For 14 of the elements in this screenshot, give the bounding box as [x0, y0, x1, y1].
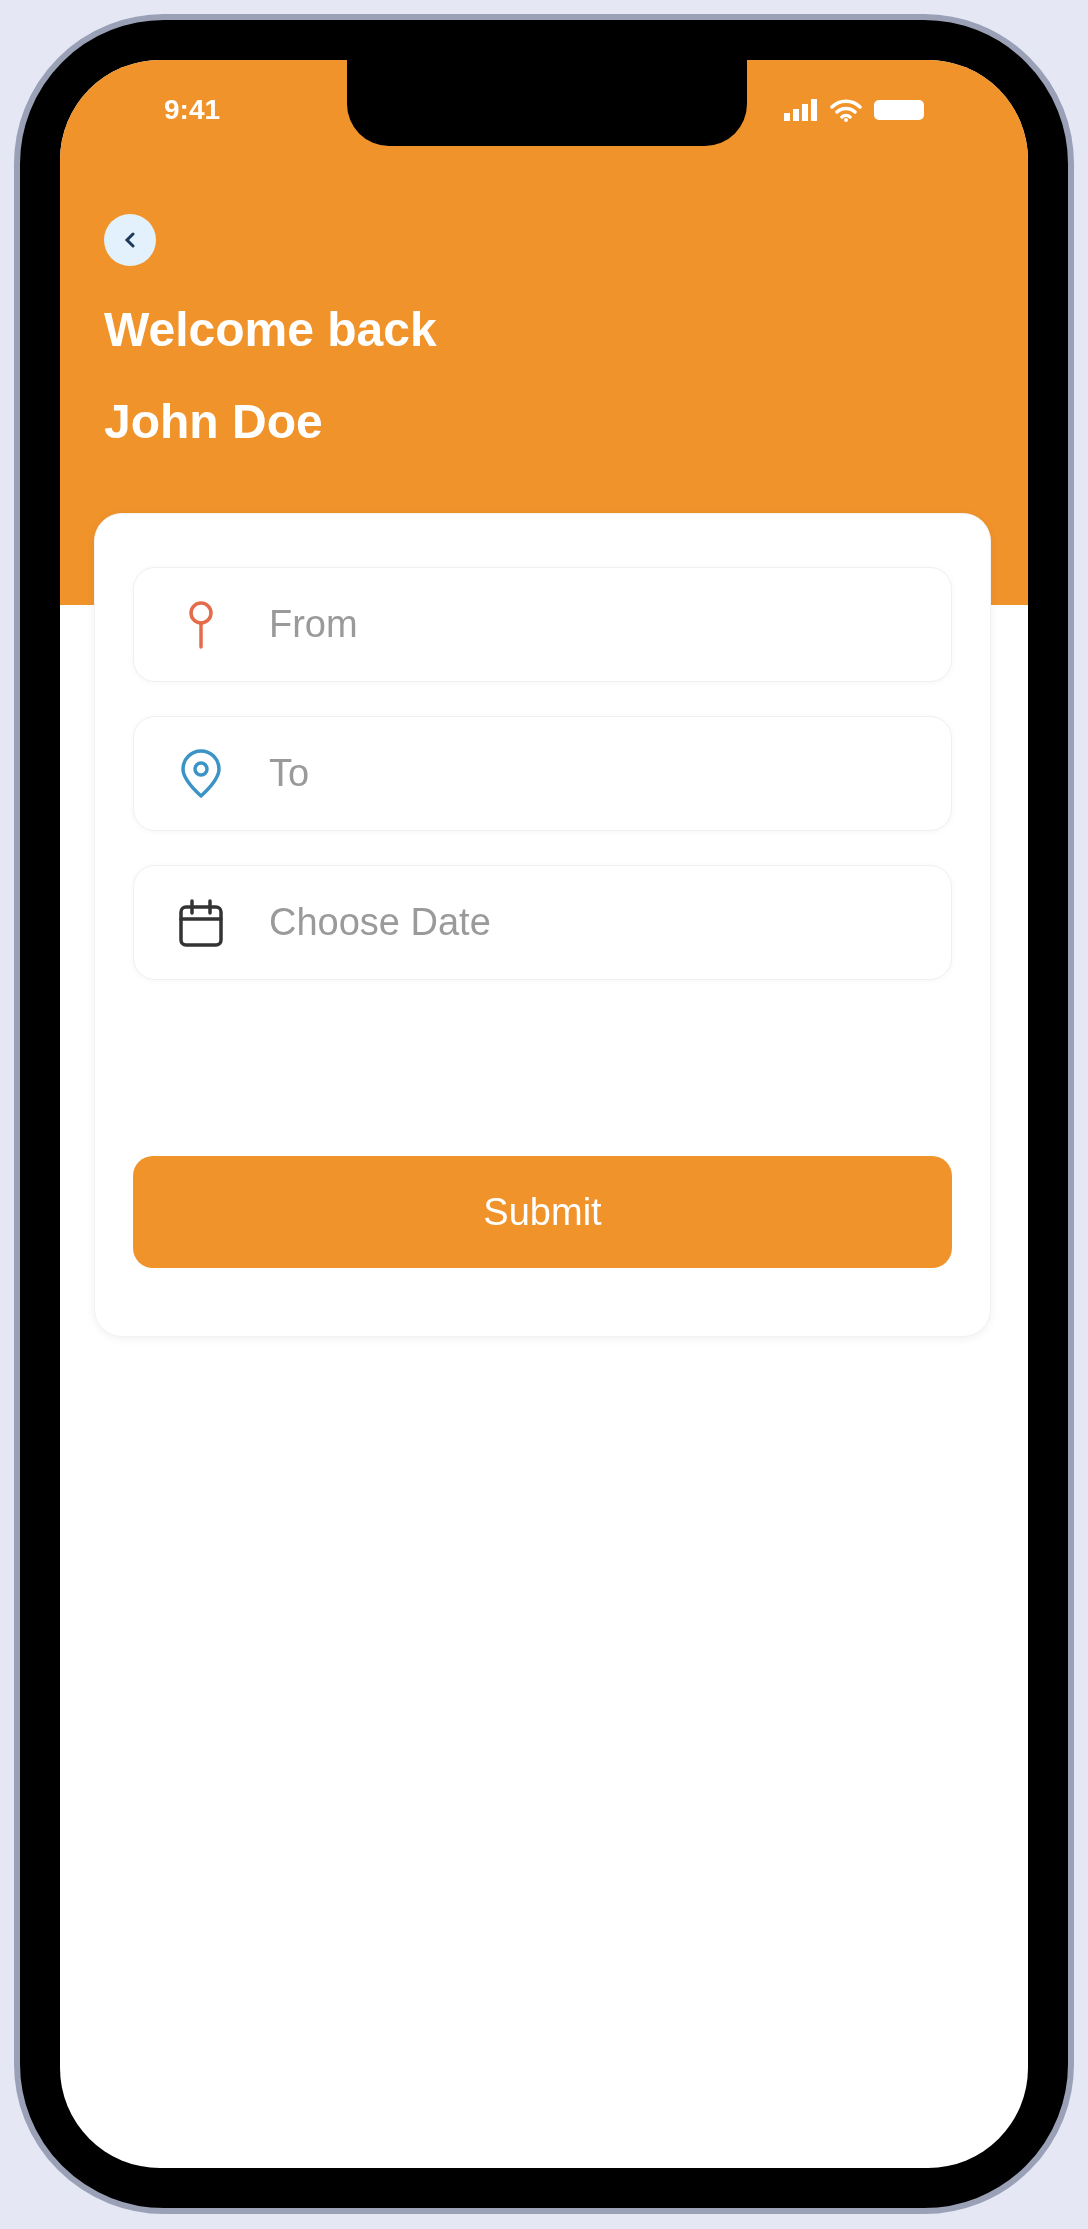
- user-name: John Doe: [104, 394, 324, 450]
- signal-icon: [784, 99, 818, 121]
- location-pin-icon: [178, 748, 223, 799]
- chevron-left-icon: [124, 232, 136, 248]
- wifi-icon: [830, 98, 862, 122]
- input-field[interactable]: To: [133, 716, 952, 831]
- input-field[interactable]: From: [133, 567, 952, 682]
- battery-icon: [874, 100, 924, 120]
- status-time: 9:41: [164, 93, 221, 127]
- greeting-title: Welcome back: [104, 302, 438, 358]
- calendar-icon: [177, 897, 224, 948]
- submit-button[interactable]: Submit: [133, 1156, 952, 1268]
- back-button[interactable]: [104, 214, 156, 266]
- input-field[interactable]: Choose Date: [133, 865, 952, 980]
